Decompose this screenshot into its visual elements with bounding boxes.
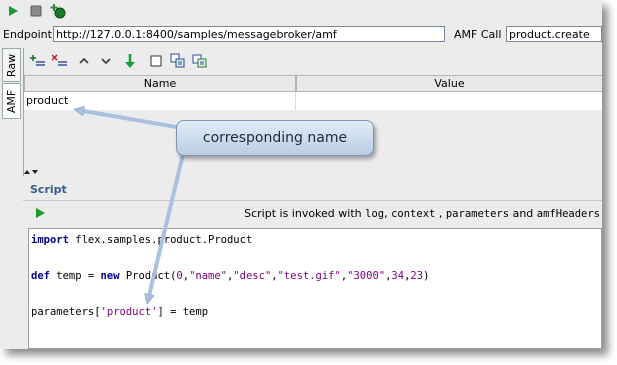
callout-box: corresponding name	[176, 120, 374, 156]
remove-param-button[interactable]	[52, 53, 68, 69]
checkbox-button[interactable]	[148, 53, 164, 69]
main-toolbar	[0, 0, 602, 22]
run-button[interactable]	[5, 3, 21, 19]
code-text: temp =	[49, 270, 101, 282]
parameters-toolbar	[24, 48, 602, 74]
add-param-button[interactable]	[30, 53, 46, 69]
code-keyword: def	[31, 270, 50, 282]
code-text: )	[423, 270, 430, 282]
plus-dot-icon	[50, 4, 66, 19]
stop-button[interactable]	[28, 3, 44, 19]
move-up-button[interactable]	[76, 53, 92, 69]
run-hint-prefix: Script is invoked with	[244, 207, 366, 220]
checkbox-icon	[150, 55, 162, 67]
run-hint-var-amfheaders: amfHeaders	[536, 208, 600, 220]
endpoint-label: Endpoint	[3, 28, 52, 41]
code-text: ] = temp	[157, 306, 209, 318]
script-section: Script Script is invoked with log, conte…	[23, 176, 602, 349]
run-hint-sep-2: ,	[435, 207, 446, 220]
column-header-value[interactable]: Value	[296, 75, 602, 92]
code-arg: "desc"	[233, 270, 272, 282]
parameters-panel: Name Value product	[23, 48, 602, 176]
code-arg: "name"	[189, 270, 228, 282]
column-header-name[interactable]: Name	[24, 75, 296, 92]
code-arg: "test.gif"	[277, 270, 341, 282]
play-icon	[9, 6, 18, 16]
remove-list-icon	[52, 54, 67, 66]
code-line-3: parameters['product'] = temp	[31, 306, 208, 318]
collapse-arrows-icon	[24, 170, 38, 174]
endpoint-input[interactable]: http://127.0.0.1:8400/samples/messagebro…	[53, 26, 445, 42]
code-arg: "3000"	[347, 270, 386, 282]
code-text: parameters[	[31, 306, 101, 318]
side-tabs: Raw AMF	[2, 48, 22, 120]
code-arg: 23	[410, 270, 424, 282]
app-window: Endpoint http://127.0.0.1:8400/samples/m…	[0, 0, 602, 349]
tab-amf[interactable]: AMF	[2, 83, 21, 119]
code-arg: 34	[391, 270, 405, 282]
run-hint-var-log: log	[365, 208, 385, 220]
param-value-cell[interactable]	[296, 92, 602, 110]
code-text: flex.samples.product.Product	[68, 234, 253, 246]
arrow-down-icon	[125, 54, 135, 68]
code-text: Product(	[119, 270, 177, 282]
script-run-hint: Script is invoked with log, context , pa…	[244, 207, 600, 220]
tab-raw-label: Raw	[5, 53, 19, 77]
amf-call-label: AMF Call	[454, 28, 502, 41]
paste-icon	[192, 54, 207, 68]
script-title: Script	[30, 183, 67, 196]
script-header: Script	[23, 176, 602, 201]
table-row[interactable]: product	[24, 92, 602, 110]
amf-call-input[interactable]: product.create	[506, 26, 602, 42]
run-hint-var-context: context	[391, 208, 436, 220]
code-string: 'product'	[100, 306, 158, 318]
param-name-cell[interactable]: product	[24, 92, 296, 110]
play-icon	[36, 208, 45, 218]
script-run-row: Script is invoked with log, context , pa…	[23, 201, 602, 225]
chevron-up-icon	[79, 57, 89, 64]
endpoint-row: Endpoint http://127.0.0.1:8400/samples/m…	[0, 24, 602, 46]
add-breakpoint-button[interactable]	[50, 3, 66, 19]
code-keyword: import	[31, 234, 69, 246]
splitter-handle[interactable]	[23, 166, 602, 174]
run-hint-and: and	[509, 207, 537, 220]
script-editor[interactable]: import flex.samples.product.Product def …	[28, 228, 602, 349]
run-hint-var-parameters: parameters	[445, 208, 510, 220]
tab-amf-label: AMF	[5, 89, 18, 113]
code-line-1: import flex.samples.product.Product	[31, 234, 252, 246]
callout-text: corresponding name	[202, 130, 348, 146]
tab-raw[interactable]: Raw	[2, 48, 21, 82]
move-bottom-button[interactable]	[122, 53, 138, 69]
stop-icon	[30, 5, 42, 17]
code-line-2: def temp = new Product(0,"name","desc","…	[31, 270, 430, 282]
chevron-down-icon	[101, 58, 111, 65]
move-down-button[interactable]	[98, 53, 114, 69]
paste-button[interactable]	[192, 53, 208, 69]
code-keyword: new	[100, 270, 120, 282]
copy-button[interactable]	[170, 53, 186, 69]
code-arg: 0	[176, 270, 183, 282]
copy-icon	[170, 53, 185, 68]
run-script-button[interactable]	[32, 205, 48, 221]
add-list-icon	[30, 55, 45, 66]
